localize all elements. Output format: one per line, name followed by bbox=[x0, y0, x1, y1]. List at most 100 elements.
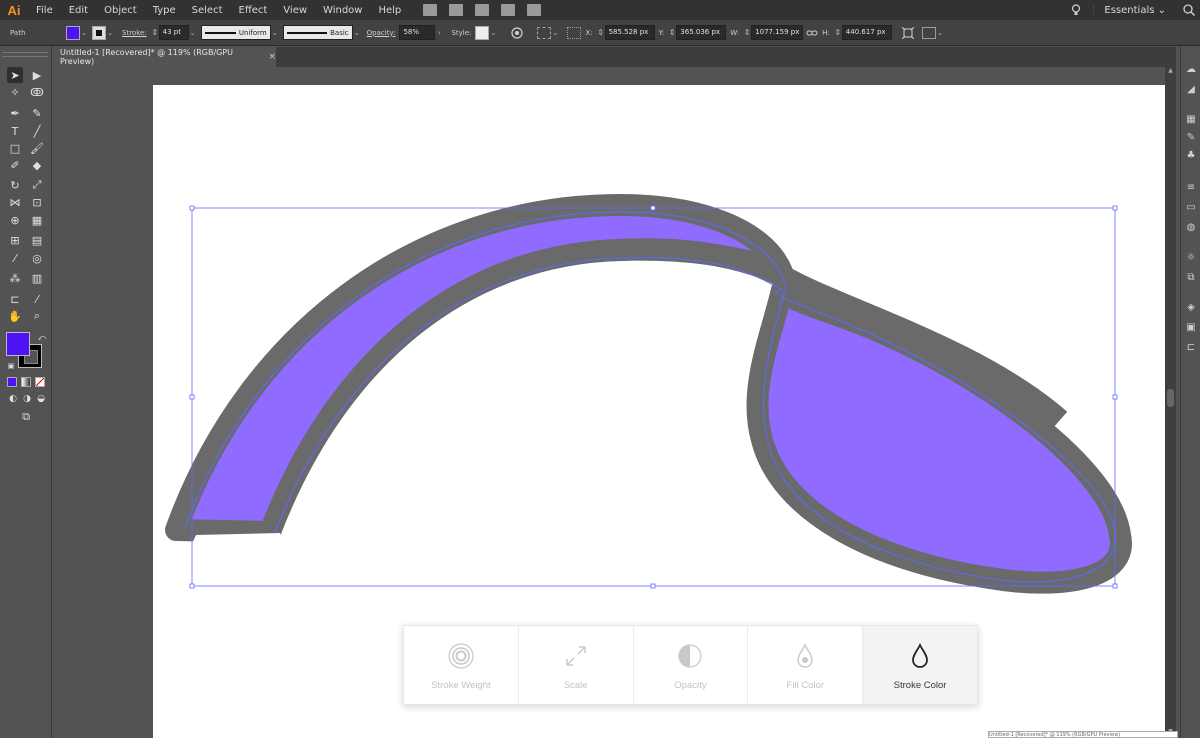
curvature-tool-icon[interactable]: ✎ bbox=[29, 105, 45, 121]
variable-width-profile[interactable]: Uniform ⌄ bbox=[200, 25, 279, 40]
scale-button[interactable]: Scale bbox=[519, 626, 634, 704]
chevron-down-icon[interactable]: ⌄ bbox=[106, 29, 114, 37]
chevron-down-icon[interactable]: ⌄ bbox=[551, 29, 559, 37]
menu-select[interactable]: Select bbox=[184, 5, 231, 16]
reference-point-icon[interactable] bbox=[567, 26, 582, 39]
stock-icon[interactable] bbox=[449, 4, 464, 16]
transform-icon[interactable] bbox=[901, 26, 914, 39]
stroke-panel-icon[interactable]: ≡ bbox=[1185, 182, 1197, 193]
link-icon[interactable] bbox=[806, 28, 818, 38]
bbox-handle[interactable] bbox=[1112, 205, 1118, 211]
opacity-button[interactable]: Opacity bbox=[634, 626, 749, 704]
swap-fill-stroke-icon[interactable]: ⤺ bbox=[34, 330, 50, 346]
vertical-scrollbar[interactable]: ▲ ▼ bbox=[1165, 67, 1176, 738]
libraries-icon[interactable]: ☁ bbox=[1185, 64, 1197, 75]
scroll-thumb[interactable] bbox=[1167, 389, 1174, 407]
draw-behind-icon[interactable]: ◒ bbox=[33, 391, 49, 407]
selection-tool-icon[interactable]: ➤ bbox=[7, 67, 23, 83]
chevron-down-icon[interactable]: ⌄ bbox=[271, 29, 279, 37]
artboard-tool-icon[interactable]: ⊏ bbox=[7, 291, 23, 307]
shape-builder-icon[interactable]: ⊕ bbox=[7, 212, 23, 228]
appearance-icon[interactable]: ☼ bbox=[1185, 252, 1197, 263]
symbol-sprayer-icon[interactable]: ⁂ bbox=[7, 270, 23, 286]
zoom-tool-icon[interactable]: ⌕ bbox=[29, 308, 45, 324]
arrange-documents-icon[interactable] bbox=[475, 4, 490, 16]
swatches-icon[interactable]: ▦ bbox=[1185, 114, 1197, 125]
stepper-icon[interactable]: ⇕ bbox=[151, 28, 159, 37]
stroke-weight-field[interactable]: 43 pt bbox=[158, 25, 189, 40]
gpu-performance-icon[interactable] bbox=[501, 4, 516, 16]
gradient-panel-icon[interactable]: ▭ bbox=[1185, 202, 1197, 213]
brushes-icon[interactable]: ✎ bbox=[1185, 132, 1197, 143]
symbols-icon[interactable]: ♣ bbox=[1185, 150, 1197, 161]
share-icon[interactable] bbox=[527, 4, 542, 16]
bridge-icon[interactable] bbox=[423, 4, 438, 16]
graphic-style-swatch[interactable] bbox=[475, 25, 490, 40]
rotate-tool-icon[interactable]: ↻ bbox=[7, 177, 23, 193]
scale-tool-icon[interactable]: ⤢ bbox=[29, 177, 45, 193]
stroke-weight-button[interactable]: Stroke Weight bbox=[404, 626, 519, 704]
fill-color-button[interactable]: Fill Color bbox=[748, 626, 864, 704]
bbox-handle[interactable] bbox=[189, 205, 195, 211]
eyedropper-icon[interactable]: ⁄ bbox=[7, 250, 23, 266]
lasso-icon[interactable]: ↂ bbox=[29, 84, 45, 100]
x-field[interactable]: 585.528 px bbox=[604, 25, 655, 40]
eraser-icon[interactable]: ◆ bbox=[29, 157, 45, 173]
stepper-icon[interactable]: ⇕ bbox=[743, 28, 751, 37]
workspace-switcher[interactable]: Essentials ⌄ bbox=[1093, 4, 1174, 16]
chevron-down-icon[interactable]: ⌄ bbox=[489, 29, 497, 37]
panel-grip[interactable] bbox=[2, 52, 48, 57]
lightbulb-icon[interactable] bbox=[1069, 3, 1083, 17]
stroke-control[interactable]: ⌄ bbox=[92, 25, 114, 40]
blend-tool-icon[interactable]: ◎ bbox=[29, 250, 45, 266]
width-tool-icon[interactable]: ⋈ bbox=[7, 194, 23, 210]
bbox-handle[interactable] bbox=[650, 205, 656, 211]
fill-color-box[interactable] bbox=[6, 332, 30, 356]
stepper-icon[interactable]: ⇕ bbox=[834, 28, 842, 37]
direct-selection-tool-icon[interactable]: ▶ bbox=[29, 67, 45, 83]
stroke-swatch[interactable] bbox=[92, 25, 106, 40]
artboards-icon[interactable]: ▣ bbox=[1185, 322, 1197, 333]
bbox-handle[interactable] bbox=[1112, 583, 1118, 589]
y-field[interactable]: 365.036 px bbox=[676, 25, 727, 40]
menu-file[interactable]: File bbox=[28, 5, 61, 16]
recolor-artwork-icon[interactable] bbox=[511, 26, 524, 39]
fill-control[interactable]: ⌄ bbox=[66, 25, 88, 40]
hand-tool-icon[interactable]: ✋ bbox=[7, 308, 23, 324]
color-mode-icon[interactable] bbox=[7, 377, 17, 387]
color-guide-icon[interactable]: ◢ bbox=[1185, 84, 1197, 95]
asset-export-icon[interactable]: ⊏ bbox=[1185, 342, 1197, 353]
slice-tool-icon[interactable]: ⁄ bbox=[29, 291, 45, 307]
perspective-grid-icon[interactable]: ▦ bbox=[29, 212, 45, 228]
free-transform-icon[interactable]: ⊡ bbox=[29, 194, 45, 210]
bbox-handle[interactable] bbox=[189, 583, 195, 589]
screen-mode-icon[interactable]: ⧉ bbox=[18, 409, 34, 425]
gradient-mode-icon[interactable] bbox=[21, 377, 31, 387]
chevron-down-icon[interactable]: ⌄ bbox=[80, 29, 88, 37]
menu-view[interactable]: View bbox=[275, 5, 315, 16]
align-icon[interactable] bbox=[537, 26, 552, 39]
none-mode-icon[interactable] bbox=[35, 377, 45, 387]
pen-tool-icon[interactable]: ✒ bbox=[7, 105, 23, 121]
fill-swatch[interactable] bbox=[66, 25, 80, 40]
search-icon[interactable] bbox=[1182, 3, 1196, 17]
height-field[interactable]: 440.617 px bbox=[841, 25, 892, 40]
chevron-down-icon[interactable]: ⌄ bbox=[936, 29, 944, 37]
menu-help[interactable]: Help bbox=[370, 5, 409, 16]
menu-object[interactable]: Object bbox=[96, 5, 145, 16]
menu-type[interactable]: Type bbox=[145, 5, 184, 16]
bbox-handle[interactable] bbox=[1112, 394, 1118, 400]
menu-effect[interactable]: Effect bbox=[231, 5, 276, 16]
menu-window[interactable]: Window bbox=[315, 5, 370, 16]
paintbrush-icon[interactable]: 🖌 bbox=[29, 140, 45, 156]
magic-wand-icon[interactable]: ✧ bbox=[7, 84, 23, 100]
column-graph-icon[interactable]: ▥ bbox=[29, 270, 45, 286]
bbox-handle[interactable] bbox=[189, 394, 195, 400]
stepper-icon[interactable]: ⇕ bbox=[597, 28, 605, 37]
bbox-handle[interactable] bbox=[650, 583, 656, 589]
graphic-styles-icon[interactable]: ⧉ bbox=[1185, 272, 1197, 283]
document-tab[interactable]: Untitled-1 [Recovered]* @ 119% (RGB/GPU … bbox=[52, 47, 276, 67]
rectangle-tool-icon[interactable]: □ bbox=[7, 140, 23, 156]
mesh-tool-icon[interactable]: ⊞ bbox=[7, 232, 23, 248]
isolate-icon[interactable] bbox=[921, 26, 936, 39]
